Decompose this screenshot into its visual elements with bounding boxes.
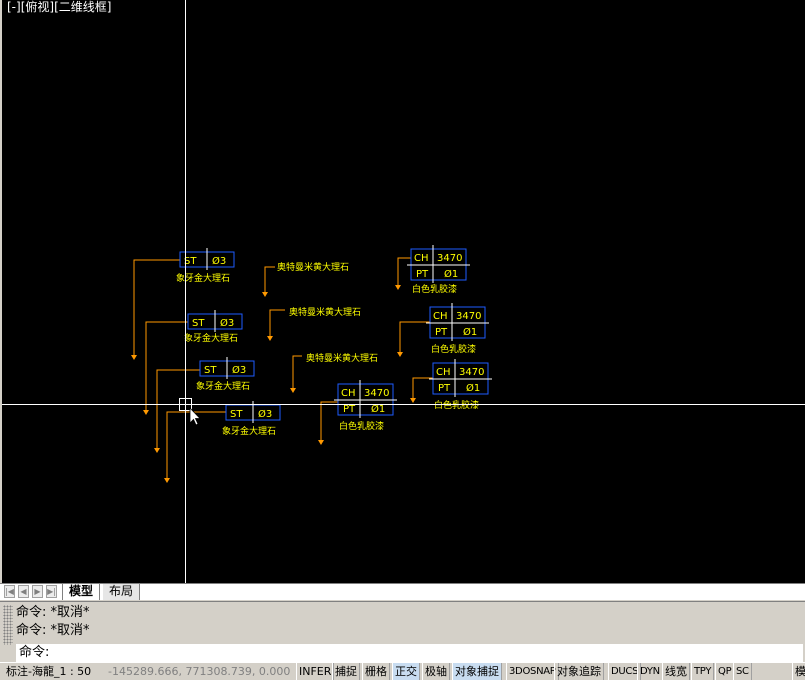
pt-tag-number: Ø1	[463, 326, 477, 338]
status-button-otrack[interactable]: 对象追踪	[554, 663, 604, 680]
tab-layout[interactable]: 布局	[103, 584, 141, 600]
ch-tag-code: CH	[433, 311, 448, 322]
status-button-grid[interactable]: 栅格	[362, 663, 390, 680]
pt-tag-code: PT	[435, 327, 448, 338]
leader-line	[269, 309, 285, 336]
leader-arrow	[397, 352, 403, 357]
command-window-grip[interactable]	[3, 605, 13, 645]
status-button-ortho[interactable]: 正交	[392, 663, 420, 680]
ch-tag-number: 3470	[459, 367, 484, 378]
leader-line	[320, 401, 338, 440]
command-input[interactable]: 命令:	[16, 644, 803, 662]
status-bar: 标注-海龍_1 : 50 -145289.666, 771308.739, 0.…	[0, 662, 805, 680]
status-button-qp[interactable]: QP	[715, 663, 735, 680]
last-tab-button[interactable]: ▶|	[46, 585, 57, 598]
material-label-otto: 奥特曼米黄大理石	[277, 261, 349, 273]
command-prompt: 命令:	[19, 645, 50, 660]
leader-arrow	[154, 448, 160, 453]
material-label-white-latex: 白色乳胶漆	[431, 343, 476, 355]
ch-tag-number: 3470	[456, 311, 481, 322]
annotation-scale[interactable]: 标注-海龍_1 : 50	[6, 663, 91, 680]
drawing-svg: ST Ø3 ST Ø3 ST Ø3 ST Ø3 象牙金大理石 象牙金大理石 象牙…	[2, 0, 805, 583]
leader-line	[399, 321, 430, 352]
ch-tag-number: 3470	[437, 253, 462, 264]
status-button-infer[interactable]: INFER	[296, 663, 335, 680]
material-label-ivory: 象牙金大理石	[176, 272, 230, 284]
command-window: 命令: *取消* 命令: *取消* 命令:	[0, 601, 805, 662]
leader-line	[145, 321, 188, 410]
pt-tag-number: Ø1	[444, 268, 458, 280]
status-button-3dosnap[interactable]: 3DOSNAP	[506, 663, 559, 680]
leader-line	[156, 369, 200, 448]
leader-line	[412, 377, 433, 398]
ch-tag-code: CH	[414, 253, 429, 264]
st-tag-code: ST	[230, 409, 243, 420]
status-button-sc[interactable]: SC	[733, 663, 752, 680]
material-label-ivory: 象牙金大理石	[222, 425, 276, 437]
st-tag-code: ST	[184, 256, 197, 267]
status-button-model[interactable]: 模	[792, 663, 805, 680]
material-label-otto: 奥特曼米黄大理石	[306, 352, 378, 364]
leader-arrow	[290, 388, 296, 393]
pt-tag-code: PT	[343, 404, 356, 415]
leader-arrow	[131, 355, 137, 360]
status-button-osnap[interactable]: 对象捕捉	[452, 663, 502, 680]
status-button-polar[interactable]: 极轴	[422, 663, 450, 680]
leader-line	[264, 266, 275, 292]
leader-line	[292, 355, 302, 388]
leader-arrow	[164, 478, 170, 483]
st-tag-code: ST	[204, 365, 217, 376]
material-label-ivory: 象牙金大理石	[196, 380, 250, 392]
st-tag-number: Ø3	[220, 317, 234, 329]
leader-line	[133, 259, 180, 355]
pt-tag-code: PT	[438, 383, 451, 394]
leader-arrow	[318, 440, 324, 445]
drawing-canvas[interactable]: [-][俯视][二维线框] ST Ø3 ST Ø3 ST Ø3 ST Ø3 象牙…	[2, 0, 805, 583]
coordinate-readout[interactable]: -145289.666, 771308.739, 0.000	[108, 663, 290, 680]
status-button-snap[interactable]: 捕捉	[332, 663, 360, 680]
mouse-pointer-icon	[189, 407, 201, 426]
status-button-dyn[interactable]: DYN	[637, 663, 663, 680]
tab-model[interactable]: 模型	[62, 584, 101, 600]
command-history-line: 命令: *取消*	[16, 605, 90, 620]
pt-tag-number: Ø1	[466, 382, 480, 394]
next-tab-button[interactable]: ▶	[32, 585, 43, 598]
st-tag-number: Ø3	[258, 408, 272, 420]
layout-tab-bar: |◀ ◀ ▶ ▶| 模型 布局	[0, 583, 805, 600]
command-history-line: 命令: *取消*	[16, 623, 90, 638]
st-tag-number: Ø3	[232, 364, 246, 376]
leader-arrow	[395, 285, 401, 290]
command-history: 命令: *取消* 命令: *取消*	[16, 604, 803, 644]
ch-tag-code: CH	[341, 388, 356, 399]
material-label-white-latex: 白色乳胶漆	[339, 420, 384, 432]
prev-tab-button[interactable]: ◀	[18, 585, 29, 598]
pt-tag-code: PT	[416, 269, 429, 280]
ch-tag-number: 3470	[364, 388, 389, 399]
leader-arrow	[143, 410, 149, 415]
first-tab-button[interactable]: |◀	[4, 585, 15, 598]
leader-arrow	[262, 292, 268, 297]
leader-line	[397, 257, 411, 285]
material-label-white-latex: 白色乳胶漆	[412, 283, 457, 295]
material-label-ivory: 象牙金大理石	[184, 332, 238, 344]
st-tag-code: ST	[192, 318, 205, 329]
status-button-lineweight[interactable]: 线宽	[662, 663, 690, 680]
material-label-otto: 奥特曼米黄大理石	[289, 306, 361, 318]
leader-arrow	[410, 398, 416, 403]
st-tag-number: Ø3	[212, 255, 226, 267]
ch-tag-code: CH	[436, 367, 451, 378]
status-button-tpy[interactable]: TPY	[691, 663, 715, 680]
leader-arrow	[267, 336, 273, 341]
